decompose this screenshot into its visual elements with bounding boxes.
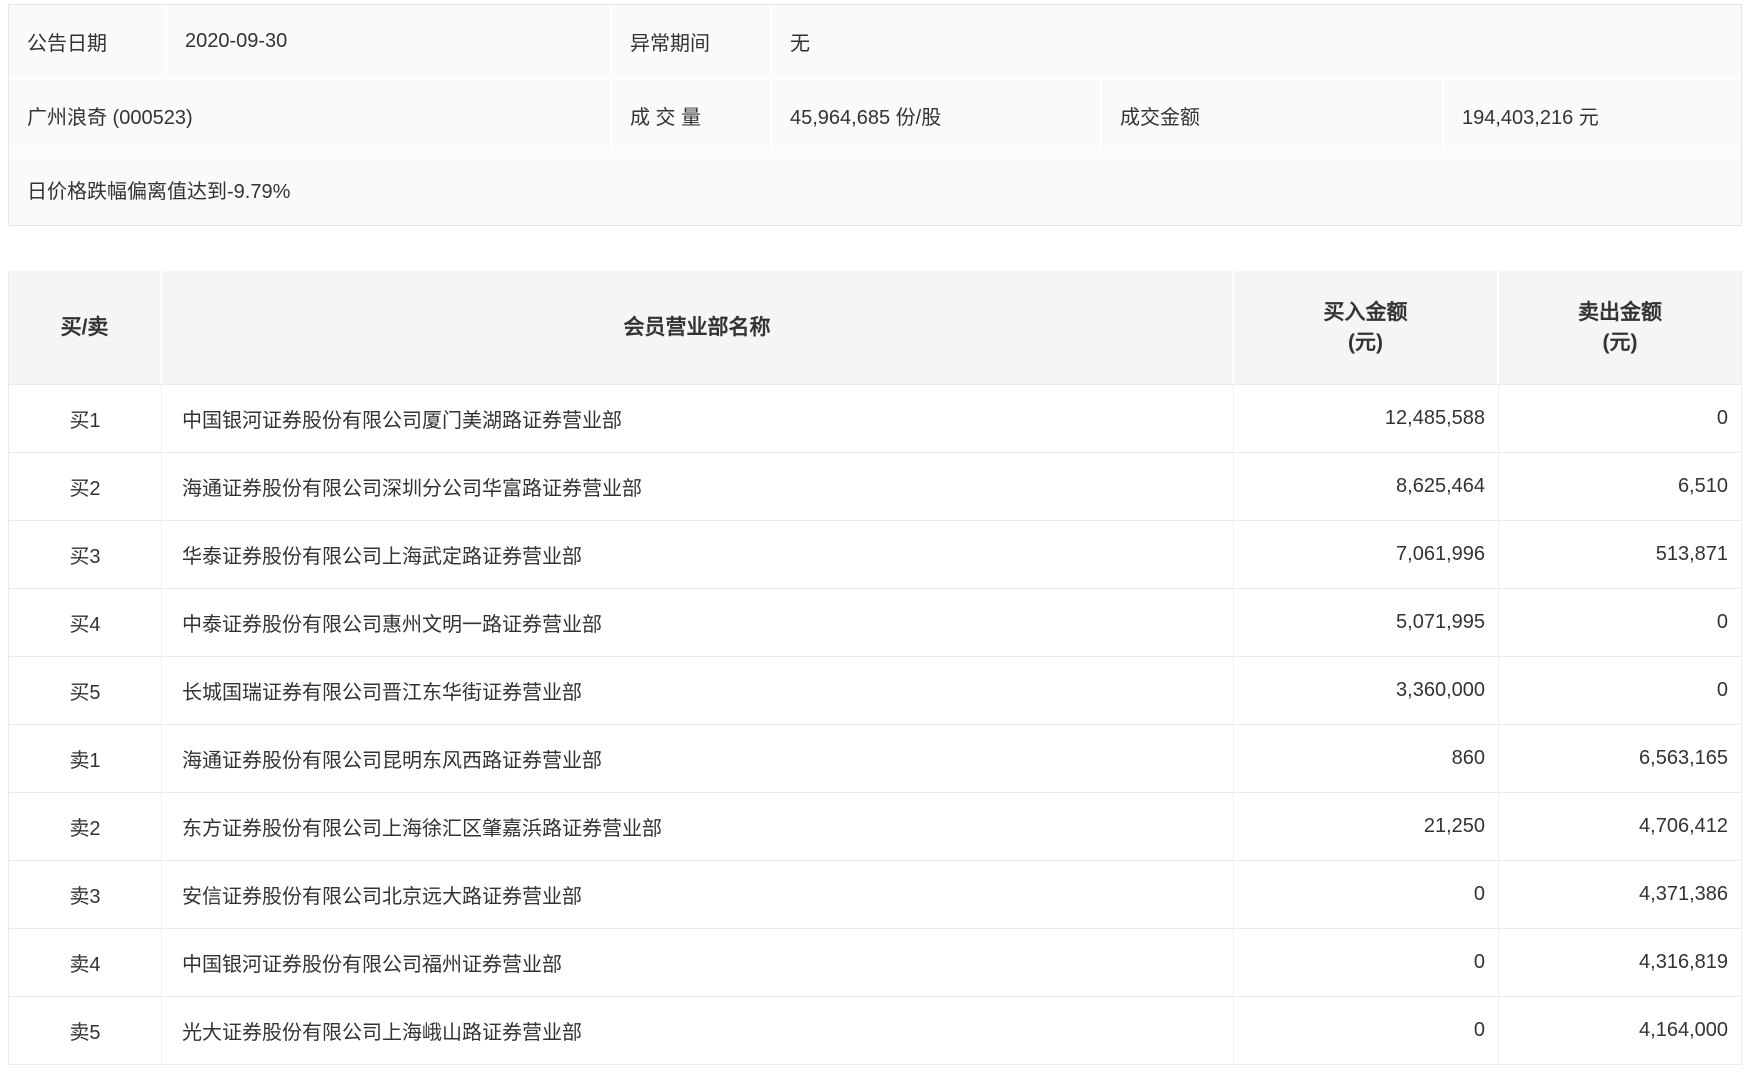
row-buy-amount: 0 [1234,997,1499,1064]
info-row-stock: 广州浪奇 (000523) 成 交 量 45,964,685 份/股 成交金额 … [9,79,1741,153]
listing-reason: 日价格跌幅偏离值达到-9.79% [9,153,1741,225]
row-side: 买2 [9,453,162,520]
header-sell-amount: 卖出金额 (元) [1499,271,1741,384]
header-buy-amount-line1: 买入金额 [1324,298,1408,328]
table-row: 卖2 东方证券股份有限公司上海徐汇区肇嘉浜路证券营业部 21,250 4,706… [9,792,1741,860]
row-sell-amount: 0 [1499,589,1741,656]
table-row: 买2 海通证券股份有限公司深圳分公司华富路证券营业部 8,625,464 6,5… [9,452,1741,520]
row-sell-amount: 513,871 [1499,521,1741,588]
row-sell-amount: 6,510 [1499,453,1741,520]
header-buy-sell: 买/卖 [9,271,162,384]
row-side: 买5 [9,657,162,724]
row-side: 买4 [9,589,162,656]
row-sell-amount: 4,706,412 [1499,793,1741,860]
table-row: 卖3 安信证券股份有限公司北京远大路证券营业部 0 4,371,386 [9,860,1741,928]
stock-name: 广州浪奇 (000523) [9,79,612,151]
announcement-info-table: 公告日期 2020-09-30 异常期间 无 广州浪奇 (000523) 成 交… [8,4,1742,226]
header-sell-amount-line2: (元) [1603,328,1638,358]
row-sell-amount: 0 [1499,385,1741,452]
header-broker-name: 会员营业部名称 [162,271,1234,384]
announce-date-label: 公告日期 [9,5,167,77]
row-side: 买1 [9,385,162,452]
header-sell-amount-line1: 卖出金额 [1578,298,1662,328]
announce-date-value: 2020-09-30 [167,5,612,77]
row-broker-name: 东方证券股份有限公司上海徐汇区肇嘉浜路证券营业部 [162,793,1234,860]
row-sell-amount: 6,563,165 [1499,725,1741,792]
row-sell-amount: 4,316,819 [1499,929,1741,996]
row-side: 卖4 [9,929,162,996]
row-broker-name: 中国银河证券股份有限公司福州证券营业部 [162,929,1234,996]
table-body: 买1 中国银河证券股份有限公司厦门美湖路证券营业部 12,485,588 0 买… [9,384,1741,1064]
row-broker-name: 中泰证券股份有限公司惠州文明一路证券营业部 [162,589,1234,656]
turnover-label: 成交金额 [1102,79,1444,151]
header-buy-amount: 买入金额 (元) [1234,271,1499,384]
row-side: 卖3 [9,861,162,928]
header-buy-sell-label: 买/卖 [61,313,109,343]
table-row: 买5 长城国瑞证券有限公司晋江东华街证券营业部 3,360,000 0 [9,656,1741,724]
table-row: 卖4 中国银河证券股份有限公司福州证券营业部 0 4,316,819 [9,928,1741,996]
row-broker-name: 华泰证券股份有限公司上海武定路证券营业部 [162,521,1234,588]
row-buy-amount: 12,485,588 [1234,385,1499,452]
table-row: 卖1 海通证券股份有限公司昆明东风西路证券营业部 860 6,563,165 [9,724,1741,792]
row-broker-name: 海通证券股份有限公司深圳分公司华富路证券营业部 [162,453,1234,520]
row-buy-amount: 0 [1234,861,1499,928]
abnormal-period-label: 异常期间 [612,5,772,77]
table-header-row: 买/卖 会员营业部名称 买入金额 (元) 卖出金额 (元) [9,271,1741,384]
row-broker-name: 海通证券股份有限公司昆明东风西路证券营业部 [162,725,1234,792]
row-side: 卖2 [9,793,162,860]
info-row-date: 公告日期 2020-09-30 异常期间 无 [9,5,1741,79]
abnormal-period-value: 无 [772,5,1741,77]
volume-label: 成 交 量 [612,79,772,151]
row-sell-amount: 4,164,000 [1499,997,1741,1064]
row-broker-name: 安信证券股份有限公司北京远大路证券营业部 [162,861,1234,928]
row-sell-amount: 4,371,386 [1499,861,1741,928]
turnover-value: 194,403,216 元 [1444,79,1741,151]
row-buy-amount: 8,625,464 [1234,453,1499,520]
row-buy-amount: 3,360,000 [1234,657,1499,724]
table-row: 卖5 光大证券股份有限公司上海峨山路证券营业部 0 4,164,000 [9,996,1741,1064]
row-broker-name: 光大证券股份有限公司上海峨山路证券营业部 [162,997,1234,1064]
row-sell-amount: 0 [1499,657,1741,724]
broker-ranking-table: 买/卖 会员营业部名称 买入金额 (元) 卖出金额 (元) 买1 中国银河证券股… [8,271,1742,1065]
row-buy-amount: 21,250 [1234,793,1499,860]
header-broker-name-label: 会员营业部名称 [624,313,771,343]
header-buy-amount-line2: (元) [1348,328,1383,358]
table-row: 买1 中国银河证券股份有限公司厦门美湖路证券营业部 12,485,588 0 [9,384,1741,452]
row-buy-amount: 7,061,996 [1234,521,1499,588]
row-buy-amount: 5,071,995 [1234,589,1499,656]
volume-value: 45,964,685 份/股 [772,79,1102,151]
row-side: 卖5 [9,997,162,1064]
row-broker-name: 长城国瑞证券有限公司晋江东华街证券营业部 [162,657,1234,724]
row-side: 买3 [9,521,162,588]
table-row: 买4 中泰证券股份有限公司惠州文明一路证券营业部 5,071,995 0 [9,588,1741,656]
row-broker-name: 中国银河证券股份有限公司厦门美湖路证券营业部 [162,385,1234,452]
info-row-reason: 日价格跌幅偏离值达到-9.79% [9,153,1741,225]
row-buy-amount: 860 [1234,725,1499,792]
row-buy-amount: 0 [1234,929,1499,996]
table-row: 买3 华泰证券股份有限公司上海武定路证券营业部 7,061,996 513,87… [9,520,1741,588]
row-side: 卖1 [9,725,162,792]
